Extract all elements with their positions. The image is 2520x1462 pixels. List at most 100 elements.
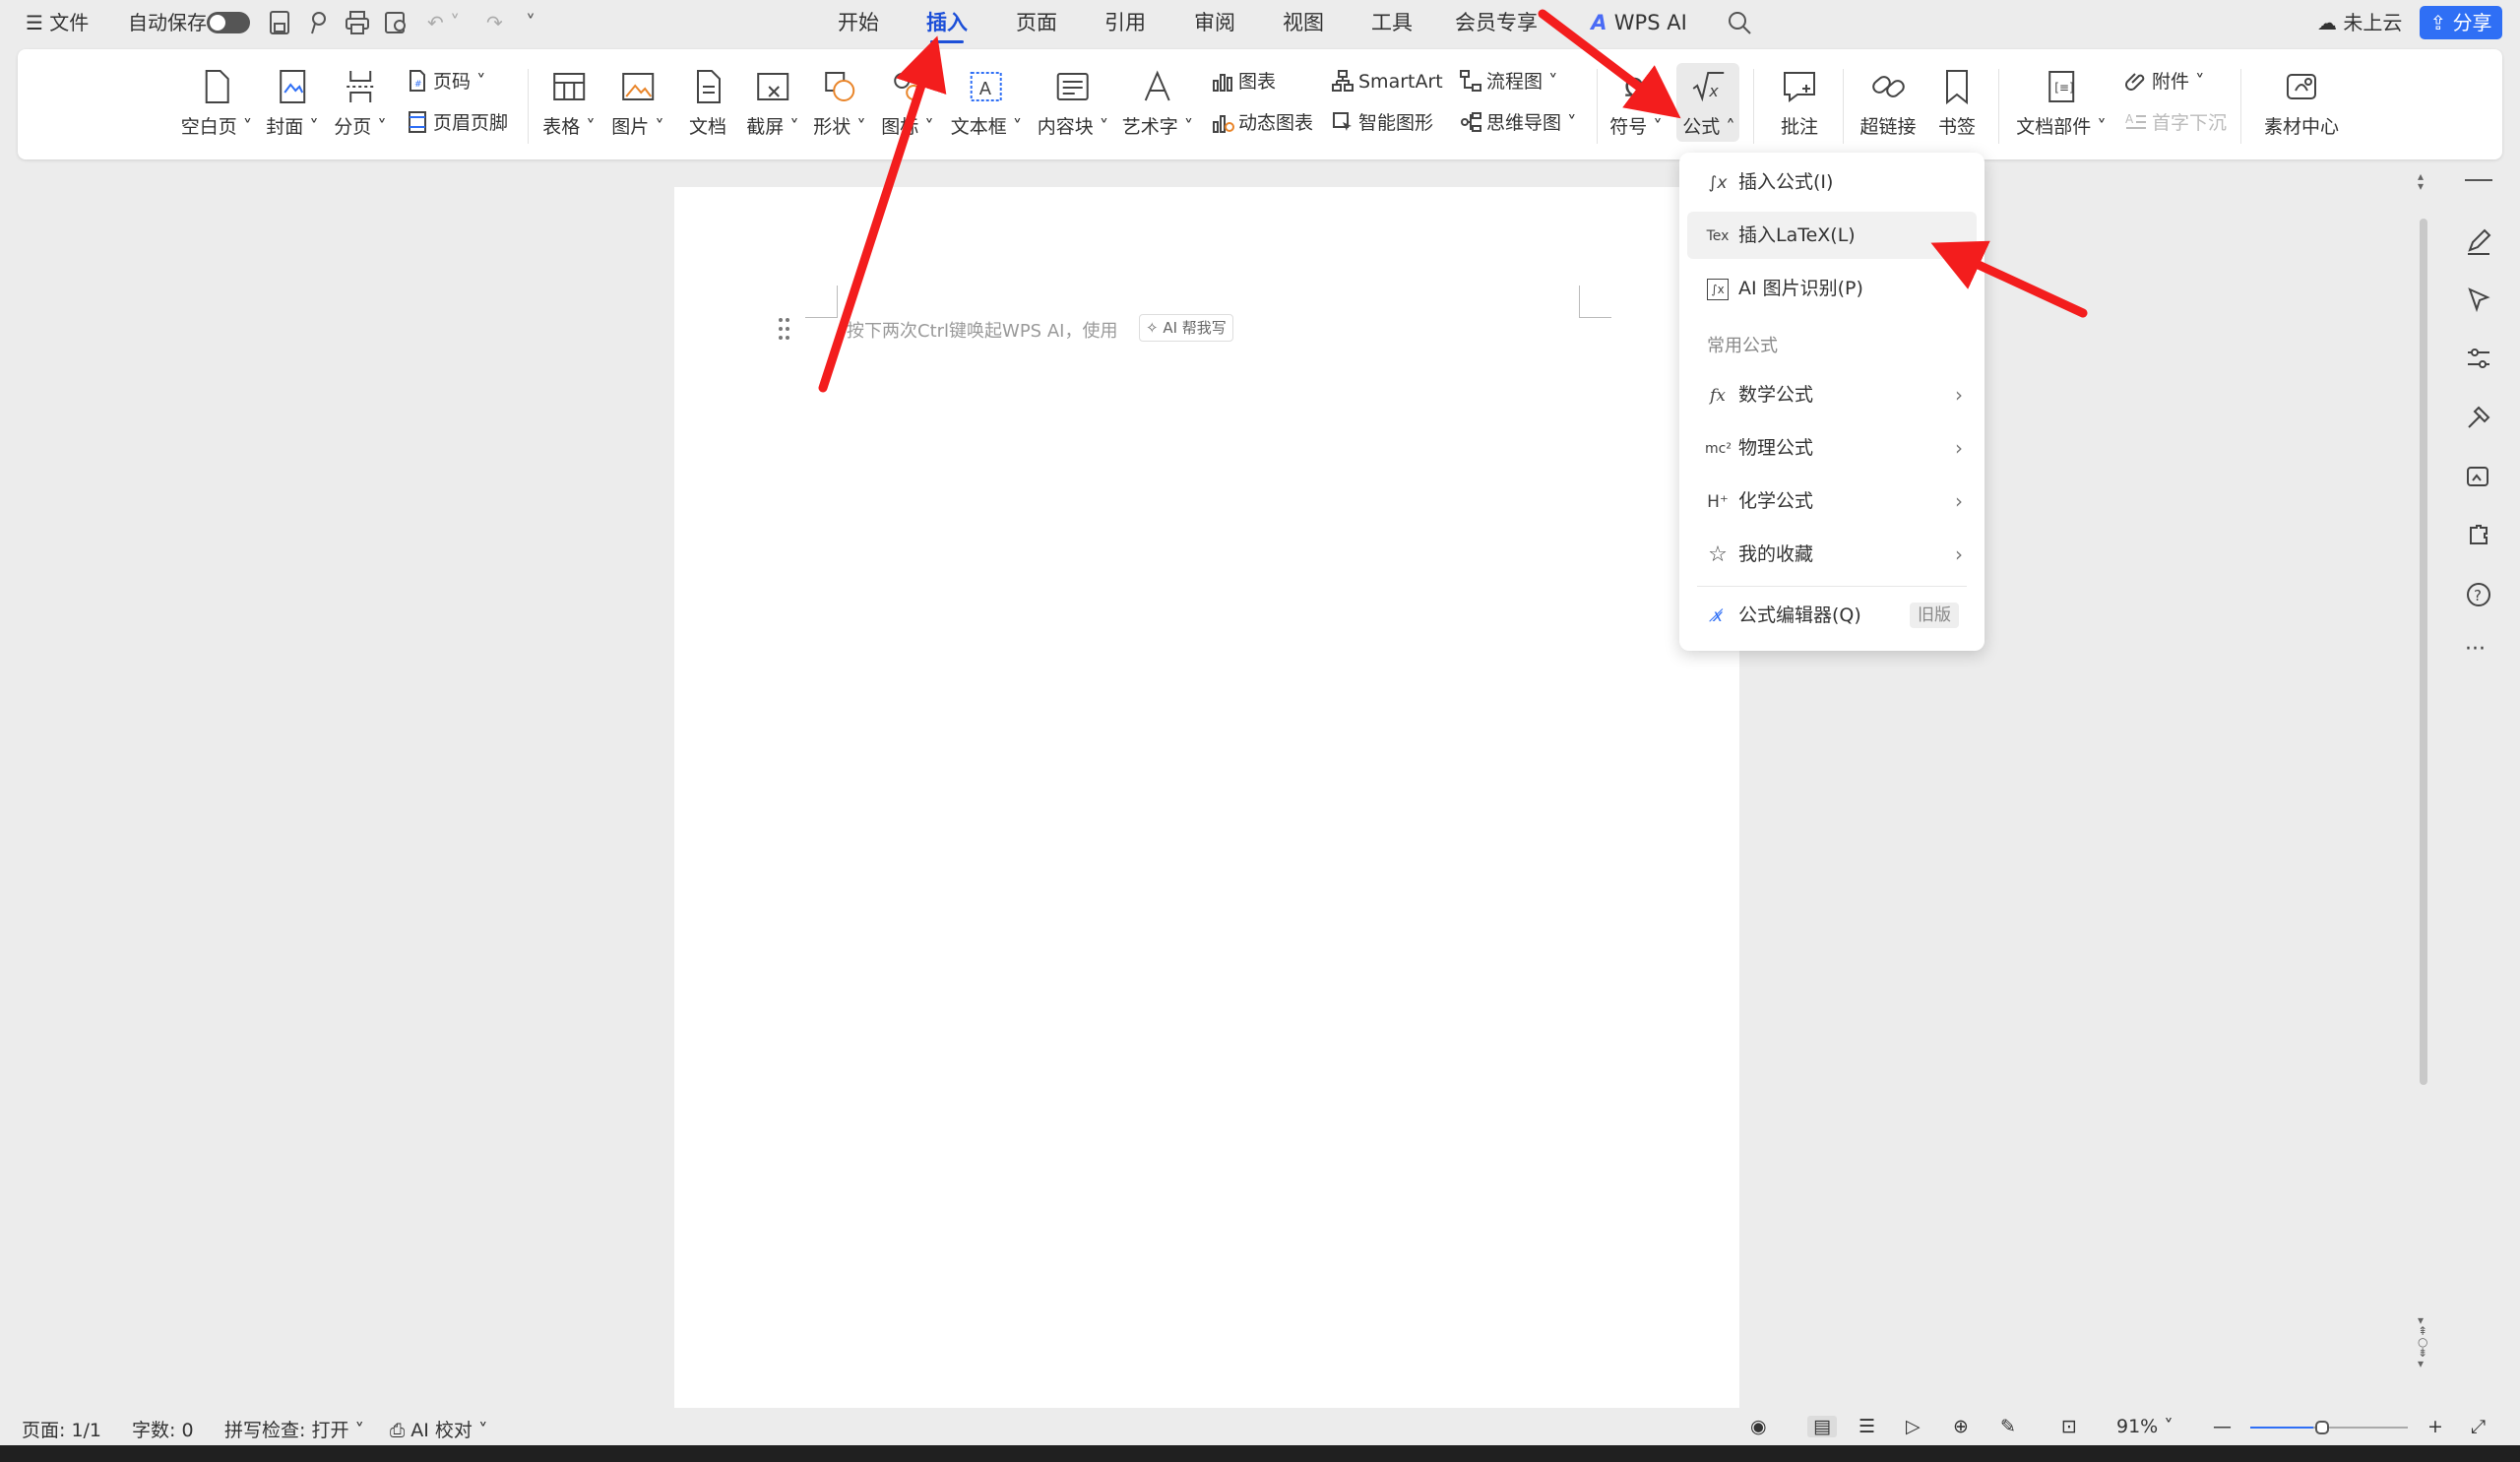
wps-ai-logo-icon: A — [1591, 11, 1614, 34]
ai-write-chip[interactable]: ✧ AI 帮我写 — [1139, 314, 1233, 342]
zoom-in-icon[interactable]: + — [2427, 1416, 2443, 1437]
chart-button[interactable]: 图表 — [1211, 69, 1276, 95]
page-number-button[interactable]: # 页码 ˅ — [406, 69, 486, 95]
cursor-icon[interactable] — [2465, 286, 2492, 313]
tab-insert[interactable]: 插入 — [926, 6, 968, 39]
material-center-button[interactable]: 素材中心 — [2264, 67, 2339, 139]
symbol-icon: Ω — [1624, 74, 1644, 103]
ai-image-icon: ∫x — [1707, 279, 1729, 300]
star-icon: ☆ — [1708, 542, 1728, 567]
eye-icon[interactable]: ◉ — [1750, 1416, 1767, 1437]
settings-icon[interactable] — [2465, 345, 2492, 372]
menu-item-chemistry-formulas[interactable]: H⁺ 化学公式 › — [1687, 477, 1977, 525]
plugin-icon[interactable] — [2465, 522, 2492, 549]
play-icon[interactable]: ▷ — [1906, 1416, 1921, 1437]
export-pdf-icon[interactable] — [307, 10, 331, 35]
ai-proofread-button[interactable]: ⎙ AI 校对 ˅ — [390, 1416, 487, 1442]
fullscreen-icon[interactable]: ⤢ — [2471, 1416, 2486, 1437]
chevron-right-icon: › — [1955, 383, 1963, 407]
quick-access-more[interactable]: ˅ — [526, 8, 536, 37]
textbox-button[interactable]: A 文本框 ˅ — [951, 67, 1022, 139]
tab-review[interactable]: 审阅 — [1194, 6, 1235, 39]
zoom-slider-handle[interactable] — [2315, 1421, 2329, 1434]
menu-item-physics-formulas[interactable]: mc² 物理公式 › — [1687, 424, 1977, 472]
menu-item-formula-editor[interactable]: x̸ 公式编辑器(Q) 旧版 — [1687, 592, 1977, 639]
menu-item-favorites[interactable]: ☆ 我的收藏 › — [1687, 531, 1977, 578]
attachment-button[interactable]: 附件 ˅ — [2124, 69, 2205, 95]
autosave-toggle[interactable] — [207, 12, 250, 33]
undo-icon[interactable]: ↶ ˅ — [427, 8, 460, 37]
drag-handle-icon[interactable] — [778, 317, 791, 341]
comment-button[interactable]: 批注 — [1780, 67, 1819, 139]
header-footer-button[interactable]: 页眉页脚 — [406, 110, 508, 136]
menu-item-insert-latex[interactable]: Tex 插入LaTeX(L) — [1687, 212, 1977, 259]
spellcheck-toggle[interactable]: 拼写检查: 打开 ˅ — [224, 1416, 364, 1442]
zoom-out-icon[interactable]: — — [2213, 1416, 2232, 1437]
tab-tools[interactable]: 工具 — [1371, 6, 1413, 39]
shape-button[interactable]: 形状 ˅ — [813, 67, 866, 139]
tab-references[interactable]: 引用 — [1104, 6, 1146, 39]
share-button[interactable]: ⇪ 分享 — [2420, 6, 2502, 39]
cover-button[interactable]: 封面 ˅ — [266, 67, 319, 139]
search-icon[interactable] — [1727, 10, 1752, 35]
word-count[interactable]: 字数: 0 — [132, 1416, 194, 1442]
proofread-icon: ⎙ — [390, 1420, 411, 1441]
help-icon[interactable]: ? — [2465, 581, 2492, 608]
web-view-icon[interactable]: ⊕ — [1953, 1416, 1969, 1437]
tab-home[interactable]: 开始 — [838, 6, 879, 39]
print-icon[interactable] — [345, 10, 370, 35]
scroll-up-icon[interactable]: ▴ ▾ — [2418, 170, 2424, 192]
dynamic-chart-button[interactable]: 动态图表 — [1211, 110, 1313, 136]
screenshot-button[interactable]: 截屏 ˅ — [746, 67, 799, 139]
doc-parts-button[interactable]: [≡] 文档部件 ˅ — [2016, 67, 2107, 139]
document-button[interactable]: 文档 — [688, 67, 727, 139]
page-break-button[interactable]: 分页 ˅ — [334, 67, 387, 139]
ribbon-separator — [528, 69, 529, 144]
outline-view-icon[interactable]: ☰ — [1858, 1416, 1875, 1437]
cloud-status[interactable]: ☁ 未上云 — [2317, 8, 2402, 37]
fit-page-icon[interactable]: ⊡ — [2061, 1416, 2077, 1437]
save-icon[interactable] — [268, 10, 291, 35]
pen-view-icon[interactable]: ✎ — [2000, 1416, 2016, 1437]
picture-button[interactable]: 图片 ˅ — [611, 67, 664, 139]
formula-button[interactable]: x 公式 ˄ — [1682, 67, 1735, 139]
icon-button[interactable]: 图标 ˅ — [881, 67, 934, 139]
mindmap-button[interactable]: 思维导图 ˅ — [1459, 110, 1577, 136]
content-block-button[interactable]: 内容块 ˅ — [1038, 67, 1108, 139]
smartart-button[interactable]: SmartArt — [1331, 69, 1443, 95]
page-view-icon[interactable]: ▤ — [1807, 1416, 1837, 1437]
document-page[interactable] — [674, 187, 1739, 1408]
tools-icon[interactable] — [2465, 404, 2492, 431]
page-counter[interactable]: 页面: 1/1 — [22, 1416, 101, 1442]
menu-item-insert-formula[interactable]: ∫x 插入公式(I) — [1687, 159, 1977, 206]
drop-cap-button[interactable]: A 首字下沉 — [2124, 110, 2227, 136]
flowchart-icon — [1460, 70, 1481, 92]
tab-wps-ai[interactable]: A WPS AI — [1591, 6, 1687, 39]
menu-separator — [1697, 586, 1967, 587]
menu-item-math-formulas[interactable]: fx 数学公式 › — [1687, 371, 1977, 418]
tab-view[interactable]: 视图 — [1283, 6, 1324, 39]
zoom-level[interactable]: 91% ˅ — [2116, 1416, 2174, 1437]
autosave-label: 自动保存 — [128, 11, 207, 34]
redo-icon[interactable]: ↷ — [486, 8, 503, 37]
more-icon[interactable]: ··· — [2465, 639, 2492, 667]
page-nav-icon[interactable]: ▾ ⇞ ○ ⇟ ▾ — [2418, 1314, 2427, 1369]
table-button[interactable]: 表格 ˅ — [542, 67, 596, 139]
collapse-icon[interactable] — [2465, 179, 2492, 181]
blank-page-button[interactable]: 空白页 ˅ — [181, 67, 252, 139]
flowchart-button[interactable]: 流程图 ˅ — [1459, 69, 1558, 95]
smart-shape-button[interactable]: 智能图形 — [1331, 110, 1433, 136]
wordart-button[interactable]: 艺术字 ˅ — [1122, 67, 1193, 139]
tab-page[interactable]: 页面 — [1016, 6, 1057, 39]
bookmark-button[interactable]: 书签 — [1937, 67, 1977, 139]
print-preview-icon[interactable] — [384, 10, 410, 35]
tab-member[interactable]: 会员专享 — [1455, 6, 1538, 39]
symbol-button[interactable]: Ω 符号 ˅ — [1609, 67, 1663, 139]
file-menu[interactable]: ☰ 文件 — [26, 8, 89, 37]
scrollbar-thumb[interactable] — [2420, 219, 2427, 1085]
pen-icon[interactable] — [2465, 228, 2492, 256]
ribbon-separator — [1843, 69, 1844, 144]
hyperlink-button[interactable]: 超链接 — [1859, 67, 1917, 139]
menu-item-ai-image-recognition[interactable]: ∫x AI 图片识别(P) — [1687, 265, 1977, 312]
image-edit-icon[interactable] — [2465, 463, 2492, 490]
